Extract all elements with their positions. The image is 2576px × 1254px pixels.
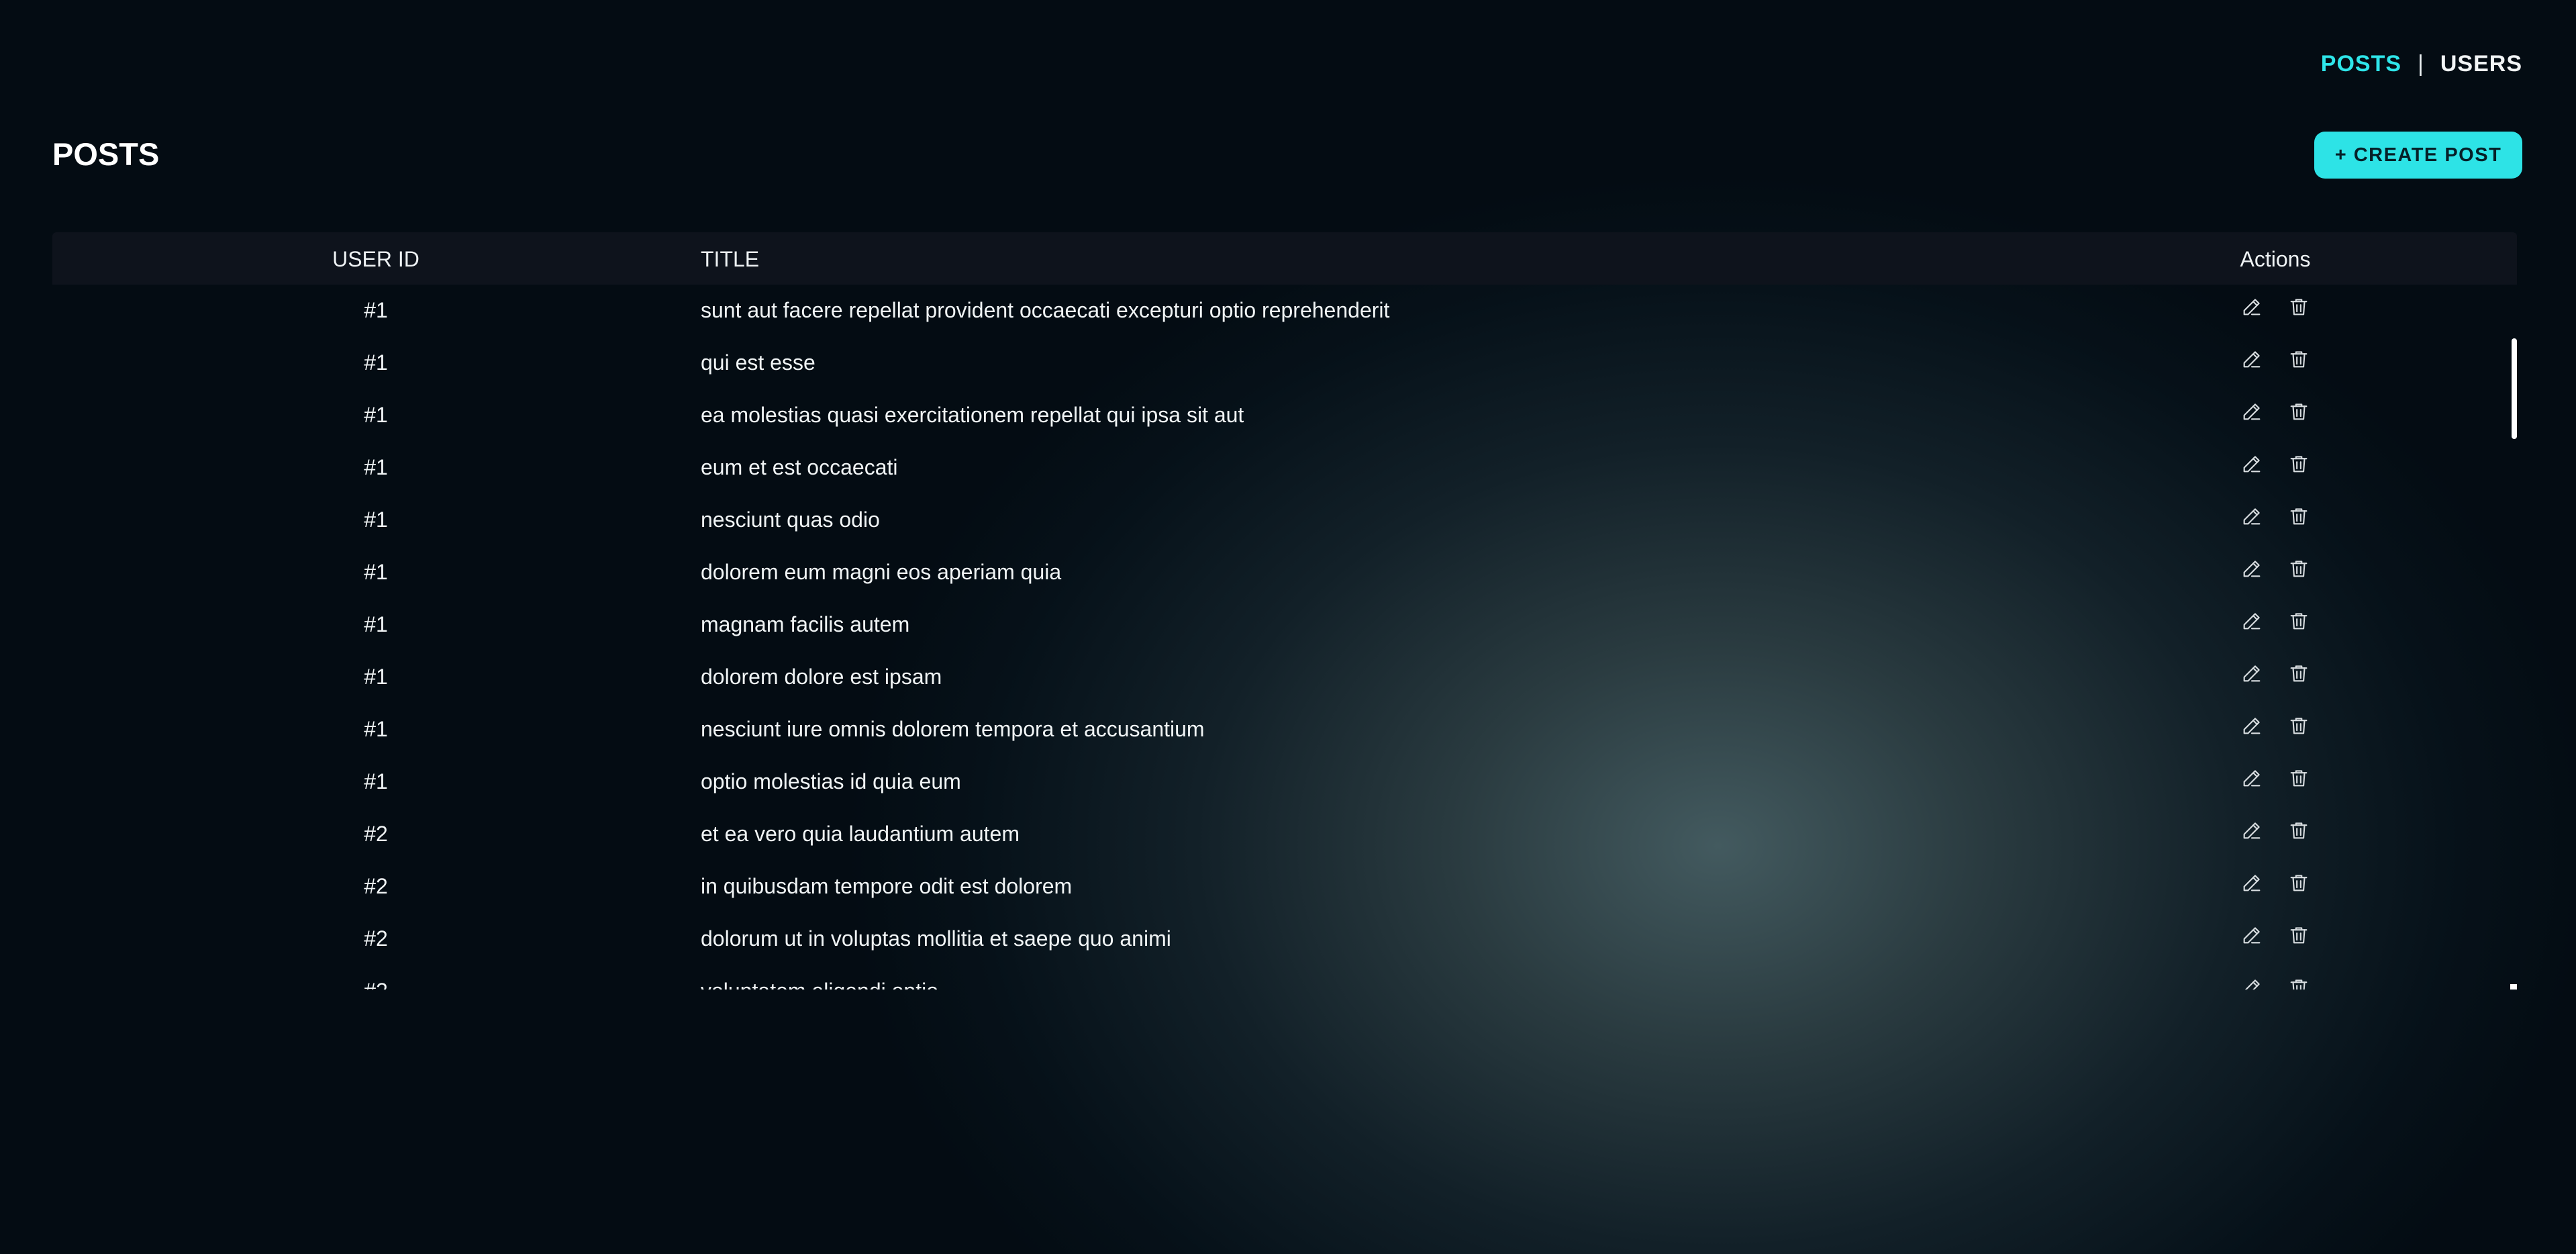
posts-table: USER ID TITLE Actions #1 sunt aut facere… [52, 232, 2517, 990]
trash-icon[interactable] [2287, 557, 2310, 580]
pencil-icon[interactable] [2240, 295, 2263, 318]
actions-cell [2187, 871, 2364, 894]
title-cell: et ea vero quia laudantium autem [701, 822, 1020, 846]
title-cell: dolorem eum magni eos aperiam quia [701, 560, 1062, 584]
table-row: #1 dolorem dolore est ipsam [52, 651, 2517, 704]
title-cell: magnam facilis autem [701, 612, 910, 636]
trash-icon[interactable] [2287, 452, 2310, 475]
pencil-icon[interactable] [2240, 662, 2263, 685]
user-id-cell: #1 [364, 455, 388, 479]
user-id-cell: #2 [52, 979, 699, 990]
pencil-icon[interactable] [2240, 348, 2263, 371]
table-row: #1 dolorem eum magni eos aperiam quia [52, 546, 2517, 599]
table-row: #1 nesciunt quas odio [52, 494, 2517, 546]
pencil-icon[interactable] [2240, 819, 2263, 842]
pencil-icon[interactable] [2240, 767, 2263, 789]
pencil-icon[interactable] [2240, 976, 2263, 990]
title-cell: dolorum ut in voluptas mollitia et saepe… [701, 926, 1171, 951]
create-post-button[interactable]: + CREATE POST [2314, 132, 2522, 179]
trash-icon[interactable] [2287, 819, 2310, 842]
title-cell: sunt aut facere repellat provident occae… [701, 298, 1390, 322]
actions-cell [2187, 400, 2364, 423]
actions-cell [2187, 819, 2364, 842]
nav-link-posts[interactable]: POSTS [2321, 51, 2401, 77]
user-id-cell: #1 [364, 665, 388, 689]
nav-separator: | [2418, 51, 2424, 77]
table-row: #1 nesciunt iure omnis dolorem tempora e… [52, 704, 2517, 756]
pencil-icon[interactable] [2240, 400, 2263, 423]
trash-icon[interactable] [2287, 924, 2310, 947]
user-id-cell: #1 [364, 560, 388, 584]
actions-cell [2187, 505, 2364, 528]
table-row: #1 eum et est occaecati [52, 442, 2517, 494]
title-cell: nesciunt iure omnis dolorem tempora et a… [701, 717, 1205, 741]
actions-cell [2187, 976, 2364, 990]
table-row: #1 optio molestias id quia eum [52, 756, 2517, 808]
trash-icon[interactable] [2287, 505, 2310, 528]
title-cell: dolorem dolore est ipsam [701, 665, 942, 689]
user-id-cell: #2 [364, 822, 388, 846]
table-row: #1 qui est esse [52, 337, 2517, 389]
top-nav: POSTS | USERS [2321, 51, 2522, 77]
pencil-icon[interactable] [2240, 871, 2263, 894]
pencil-icon[interactable] [2240, 557, 2263, 580]
column-header-title: TITLE [701, 247, 760, 271]
user-id-cell: #1 [364, 350, 388, 375]
actions-cell [2187, 714, 2364, 737]
scrollbar-corner [2510, 984, 2517, 990]
pencil-icon[interactable] [2240, 924, 2263, 947]
title-cell: qui est esse [701, 350, 815, 375]
title-cell: ea molestias quasi exercitationem repell… [701, 403, 1244, 427]
trash-icon[interactable] [2287, 871, 2310, 894]
title-cell: optio molestias id quia eum [701, 769, 961, 793]
table-row: #2 et ea vero quia laudantium autem [52, 808, 2517, 861]
pencil-icon[interactable] [2240, 714, 2263, 737]
user-id-cell: #1 [364, 298, 388, 322]
trash-icon[interactable] [2287, 714, 2310, 737]
user-id-cell: #2 [364, 874, 388, 898]
table-row: #1 magnam facilis autem [52, 599, 2517, 651]
table-scrollbar[interactable] [2510, 285, 2517, 990]
actions-cell [2187, 348, 2364, 371]
actions-cell [2187, 452, 2364, 475]
actions-cell [2187, 610, 2364, 632]
scrollbar-thumb[interactable] [2512, 338, 2517, 439]
trash-icon[interactable] [2287, 348, 2310, 371]
table-row: #1 ea molestias quasi exercitationem rep… [52, 389, 2517, 442]
trash-icon[interactable] [2287, 400, 2310, 423]
trash-icon[interactable] [2287, 610, 2310, 632]
user-id-cell: #1 [364, 612, 388, 636]
user-id-cell: #1 [364, 717, 388, 741]
title-cell: nesciunt quas odio [701, 508, 880, 532]
table-row: #1 sunt aut facere repellat provident oc… [52, 285, 2517, 337]
table-row: #2 dolorum ut in voluptas mollitia et sa… [52, 913, 2517, 965]
column-header-actions: Actions [2240, 247, 2311, 271]
column-header-user-id: USER ID [332, 247, 419, 271]
user-id-cell: #2 [364, 926, 388, 951]
actions-cell [2187, 924, 2364, 947]
title-cell: eum et est occaecati [701, 455, 898, 479]
user-id-cell: #1 [364, 403, 388, 427]
pencil-icon[interactable] [2240, 610, 2263, 632]
user-id-cell: #1 [364, 769, 388, 793]
pencil-icon[interactable] [2240, 452, 2263, 475]
page-title: POSTS [52, 136, 160, 172]
trash-icon[interactable] [2287, 295, 2310, 318]
user-id-cell: #1 [364, 508, 388, 532]
table-row: #2 in quibusdam tempore odit est dolorem [52, 861, 2517, 913]
table-header: USER ID TITLE Actions [52, 232, 2517, 285]
actions-cell [2187, 662, 2364, 685]
trash-icon[interactable] [2287, 976, 2310, 990]
title-cell: in quibusdam tempore odit est dolorem [701, 874, 1073, 898]
title-cell: voluptatem eligendi optio [701, 979, 938, 990]
nav-link-users[interactable]: USERS [2440, 51, 2522, 77]
pencil-icon[interactable] [2240, 505, 2263, 528]
actions-cell [2187, 767, 2364, 789]
trash-icon[interactable] [2287, 662, 2310, 685]
trash-icon[interactable] [2287, 767, 2310, 789]
actions-cell [2187, 557, 2364, 580]
table-row: #2 voluptatem eligendi optio [52, 965, 2517, 990]
actions-cell [2187, 295, 2364, 318]
